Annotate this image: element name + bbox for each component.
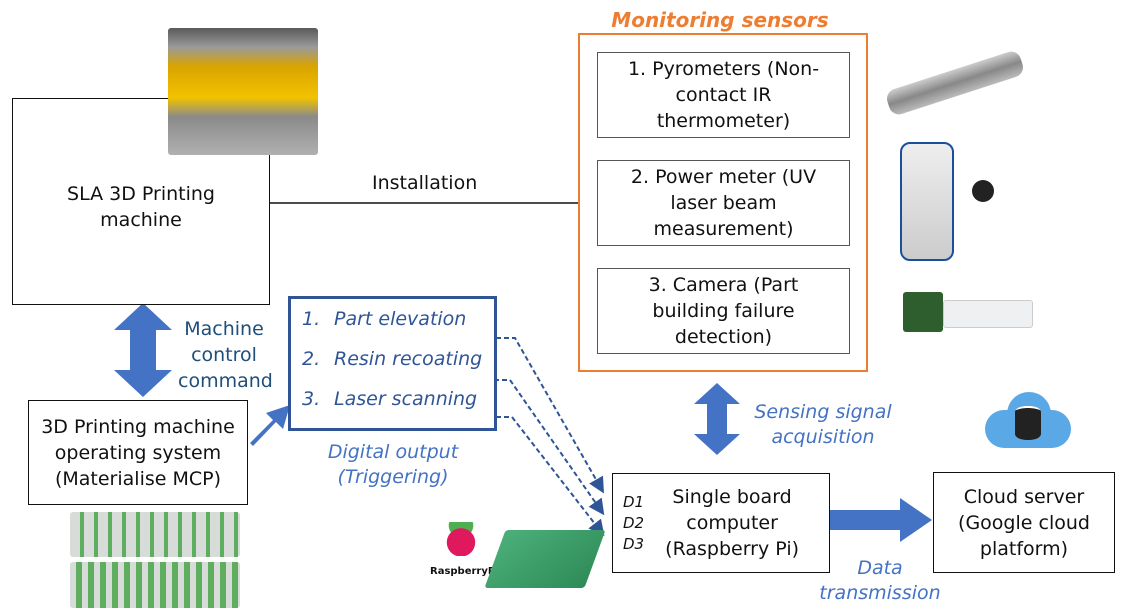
sensor-pyrometers: 1. Pyrometers (Non-contact IR thermomete… — [597, 52, 850, 138]
pin-d3: D3 — [623, 534, 645, 553]
sensing-double-arrow — [694, 383, 740, 455]
machine-control-label: Machine control command — [178, 318, 273, 392]
mcp-hardware-photo-2 — [70, 562, 240, 608]
camera-module-photo — [903, 292, 943, 332]
camera-ribbon-photo — [943, 300, 1033, 328]
mcp-hardware-photo-1 — [70, 512, 240, 557]
sbc-label: Single board computer (Raspberry Pi) — [665, 486, 800, 560]
power-meter-photo — [900, 142, 954, 261]
installation-label: Installation — [372, 172, 478, 194]
os-to-digital-arrow — [250, 405, 290, 446]
data-transmission-label: Data transmission — [819, 557, 941, 604]
digital-output-label: Digital output (Triggering) — [327, 441, 459, 488]
os-box: 3D Printing machine operating system (Ma… — [28, 400, 248, 505]
pin-d1: D1 — [623, 492, 645, 511]
raspberry-pi-logo — [446, 522, 476, 556]
cloud-server-box: Cloud server (Google cloud platform) — [933, 472, 1115, 573]
single-board-computer-box: D1 D2 D3 Single board computer (Raspberr… — [612, 473, 830, 573]
sensor-camera: 3. Camera (Part building failure detecti… — [597, 268, 850, 354]
digital-item-3: 3. Laser scanning — [302, 388, 478, 410]
sensor-power-meter: 2. Power meter (UV laser beam measuremen… — [597, 160, 850, 246]
cloud-database-icon — [985, 392, 1071, 452]
pin-labels: D1 D2 D3 — [623, 492, 644, 555]
system-diagram: SLA 3D Printing machine Installation Mon… — [0, 0, 1126, 614]
sensing-signal-label: Sensing signal acquisition — [754, 401, 892, 448]
sla-machine-photo — [168, 28, 318, 155]
raspberry-pi-board-photo — [484, 530, 606, 588]
data-transmission-arrow — [830, 498, 932, 542]
machine-control-double-arrow — [114, 303, 172, 397]
sla-machine-label: SLA 3D Printing machine — [67, 182, 215, 231]
pin-d2: D2 — [623, 513, 645, 532]
digital-item-1: 1. Part elevation — [302, 308, 467, 330]
digital-item-2: 2. Resin recoating — [302, 348, 483, 370]
power-meter-sensor-photo — [972, 180, 994, 202]
monitoring-sensors-title: Monitoring sensors — [611, 8, 829, 32]
